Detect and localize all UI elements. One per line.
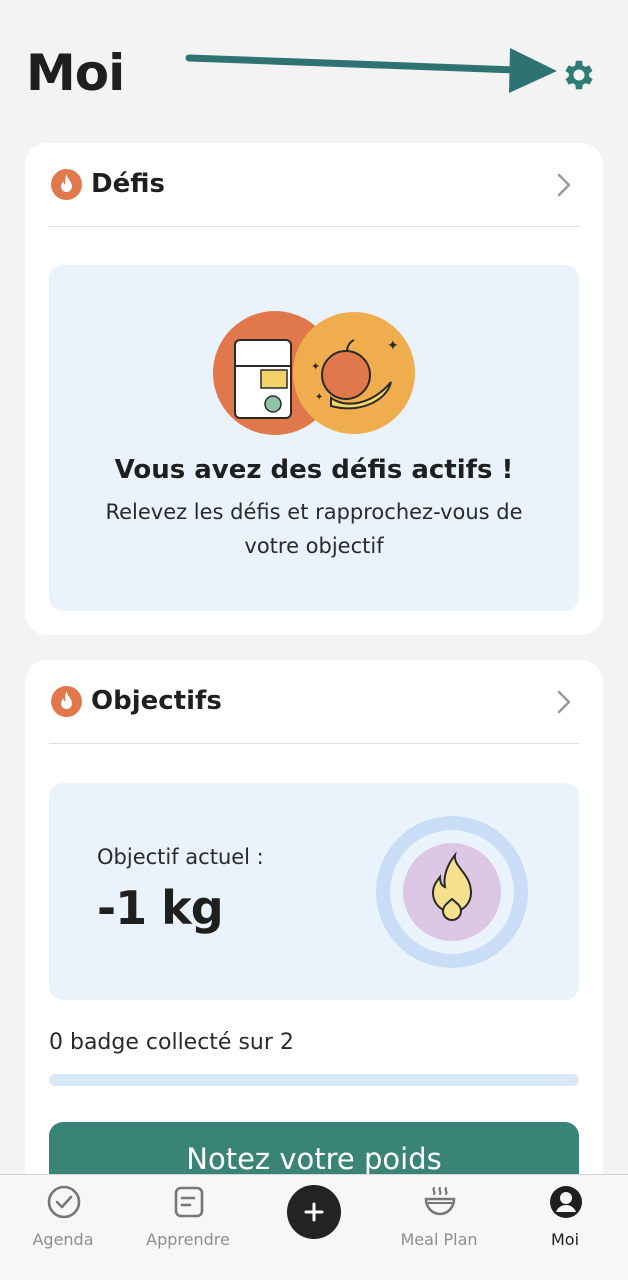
objectifs-title: Objectifs — [91, 686, 222, 716]
tab-agenda[interactable]: Agenda — [0, 1175, 126, 1280]
defis-panel-title: Vous avez des défis actifs ! — [114, 455, 514, 485]
bowl-icon — [424, 1186, 456, 1216]
challenge-illustration: ✦ ✦ ✦ — [213, 311, 415, 435]
tab-moi-label: Moi — [550, 1230, 580, 1249]
page-title: Moi — [26, 44, 125, 102]
add-button[interactable] — [287, 1185, 341, 1239]
badges-count-text: 0 badge collecté sur 2 — [49, 1030, 294, 1055]
defis-panel-subtitle: Relevez les défis et rapprochez-vous de … — [105, 500, 523, 558]
defis-title: Défis — [91, 169, 165, 199]
current-goal-panel[interactable]: Objectif actuel : -1 kg — [49, 783, 579, 1000]
tab-apprendre-label: Apprendre — [146, 1230, 230, 1249]
check-circle-icon — [47, 1185, 81, 1219]
svg-text:✦: ✦ — [315, 392, 323, 403]
gear-icon[interactable] — [560, 56, 598, 94]
defis-card: Défis ✦ ✦ ✦ Vous avez des défis actifs !… — [25, 143, 603, 635]
tab-apprendre[interactable]: Apprendre — [125, 1175, 251, 1280]
annotation-arrow — [185, 48, 557, 93]
document-icon — [174, 1186, 204, 1218]
defis-card-header[interactable]: Défis — [49, 165, 579, 227]
chevron-right-icon[interactable] — [557, 690, 571, 714]
plus-icon — [304, 1202, 324, 1222]
objectifs-card: Objectifs Objectif actuel : -1 kg 0 badg… — [25, 660, 603, 1220]
objectifs-card-header[interactable]: Objectifs — [49, 682, 579, 744]
tab-moi[interactable]: Moi — [502, 1175, 628, 1280]
flame-icon — [51, 686, 82, 717]
tab-agenda-label: Agenda — [32, 1230, 94, 1249]
goal-flame-badge-icon — [376, 816, 528, 968]
defis-panel[interactable]: ✦ ✦ ✦ Vous avez des défis actifs ! Relev… — [49, 265, 579, 611]
current-goal-value: -1 kg — [97, 881, 224, 935]
flame-icon — [51, 169, 82, 200]
current-goal-label: Objectif actuel : — [97, 845, 264, 869]
person-icon — [550, 1186, 582, 1218]
tab-meal-plan[interactable]: Meal Plan — [376, 1175, 502, 1280]
svg-text:✦: ✦ — [387, 338, 399, 354]
tab-meal-plan-label: Meal Plan — [400, 1230, 478, 1249]
chevron-right-icon[interactable] — [557, 173, 571, 197]
badges-progress-bar — [49, 1074, 579, 1086]
svg-text:✦: ✦ — [311, 360, 320, 373]
bottom-tab-bar: Agenda Apprendre Meal Plan Moi — [0, 1174, 628, 1280]
